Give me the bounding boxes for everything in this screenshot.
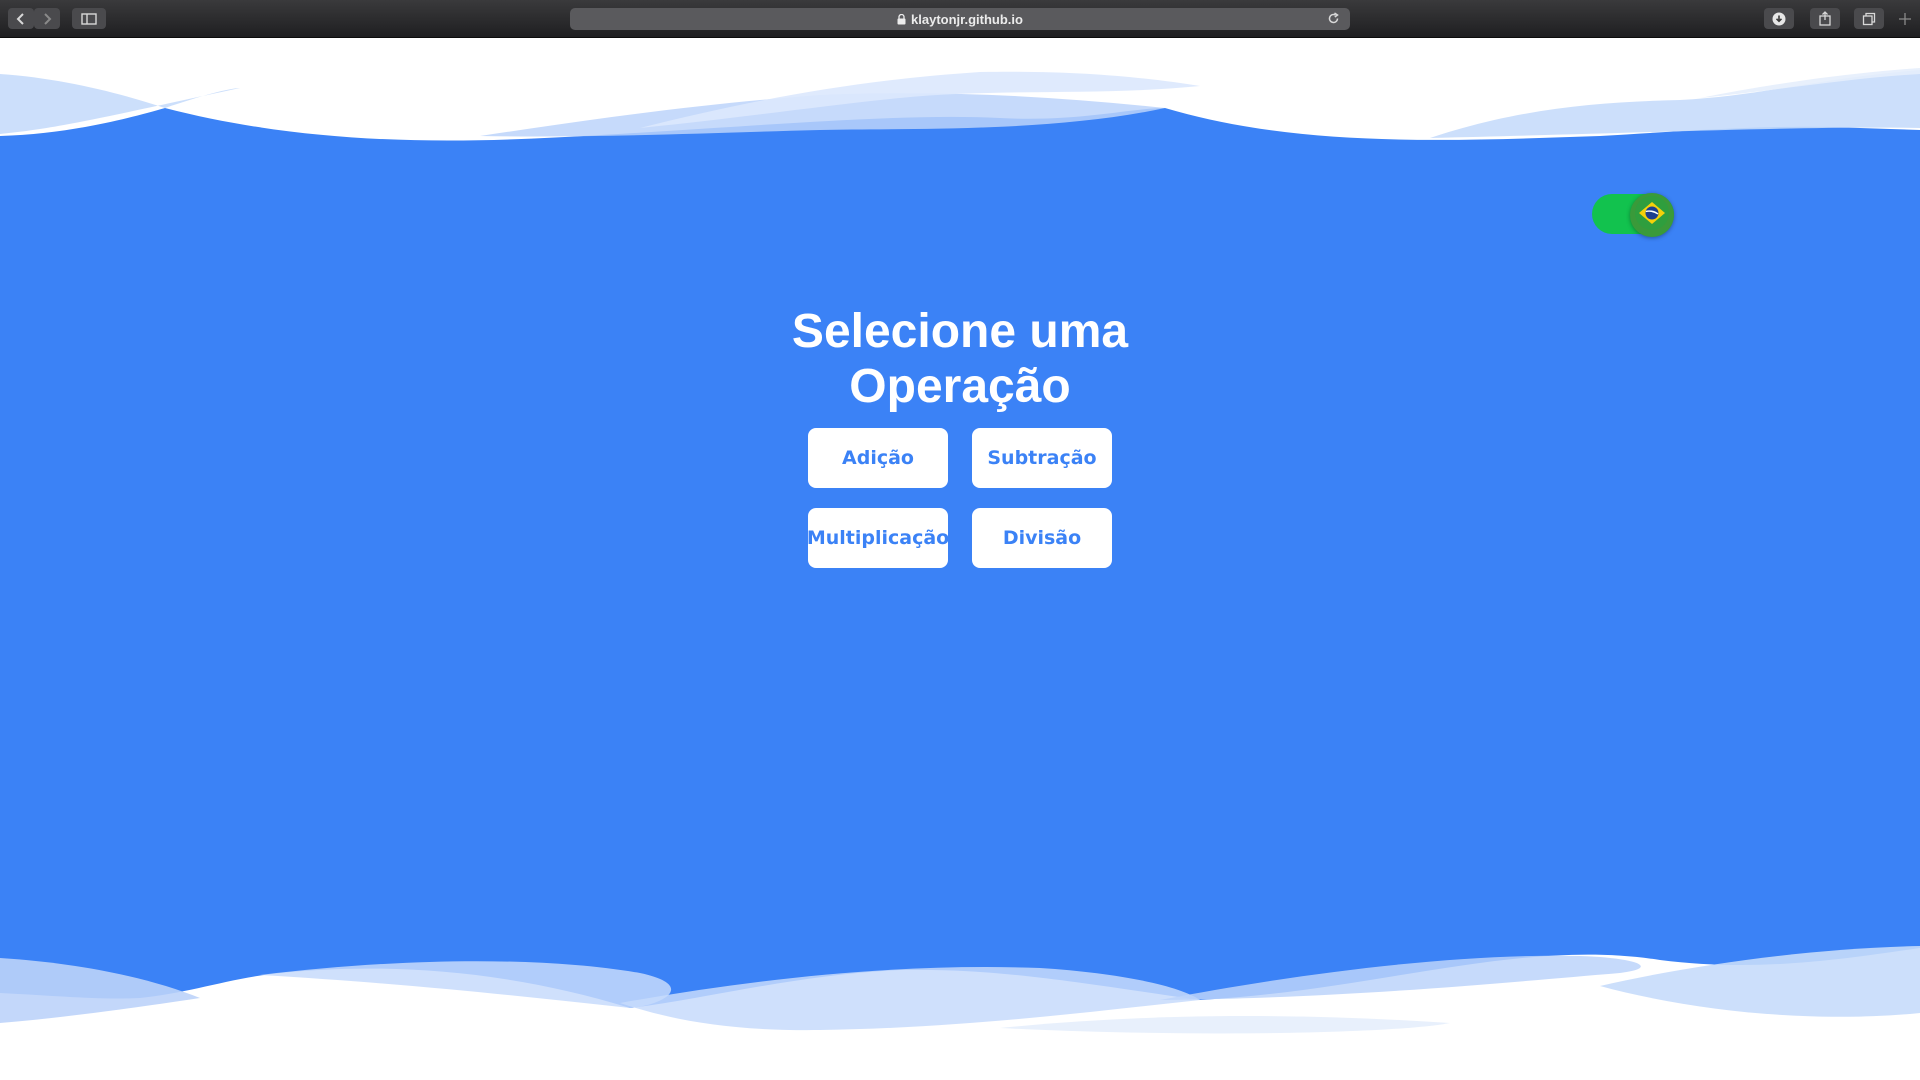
chevron-left-icon xyxy=(16,12,26,26)
browser-toolbar: klaytonjr.github.io xyxy=(0,0,1920,38)
language-toggle[interactable] xyxy=(1592,193,1674,237)
tabs-overview-icon xyxy=(1862,12,1876,26)
plus-icon[interactable] xyxy=(1898,12,1912,31)
back-button[interactable] xyxy=(8,8,34,29)
download-icon xyxy=(1772,12,1786,26)
title-line-1: Selecione uma xyxy=(791,305,1129,358)
sidebar-icon xyxy=(81,12,97,25)
division-button[interactable]: Divisão xyxy=(972,508,1112,568)
page-title: Selecione uma Operação xyxy=(760,304,1160,414)
sidebar-button[interactable] xyxy=(72,8,106,29)
download-button[interactable] xyxy=(1764,8,1794,29)
url-text: klaytonjr.github.io xyxy=(911,11,1023,27)
reload-icon[interactable] xyxy=(1327,12,1340,28)
subtraction-button[interactable]: Subtração xyxy=(972,428,1112,488)
forward-button[interactable] xyxy=(34,8,60,29)
tabs-overview-button[interactable] xyxy=(1854,8,1884,29)
title-line-2: Operação xyxy=(849,360,1071,413)
share-button[interactable] xyxy=(1810,8,1840,29)
multiplication-button[interactable]: Multiplicação xyxy=(807,508,949,568)
addition-button[interactable]: Adição xyxy=(808,428,948,488)
chevron-right-icon xyxy=(42,12,52,26)
lock-icon xyxy=(897,13,906,25)
share-icon xyxy=(1818,11,1832,26)
page: Selecione uma Operação Adição Subtração … xyxy=(0,38,1920,1080)
toggle-knob xyxy=(1630,193,1674,237)
brazil-flag-icon xyxy=(1635,195,1669,235)
address-bar[interactable]: klaytonjr.github.io xyxy=(570,8,1350,30)
